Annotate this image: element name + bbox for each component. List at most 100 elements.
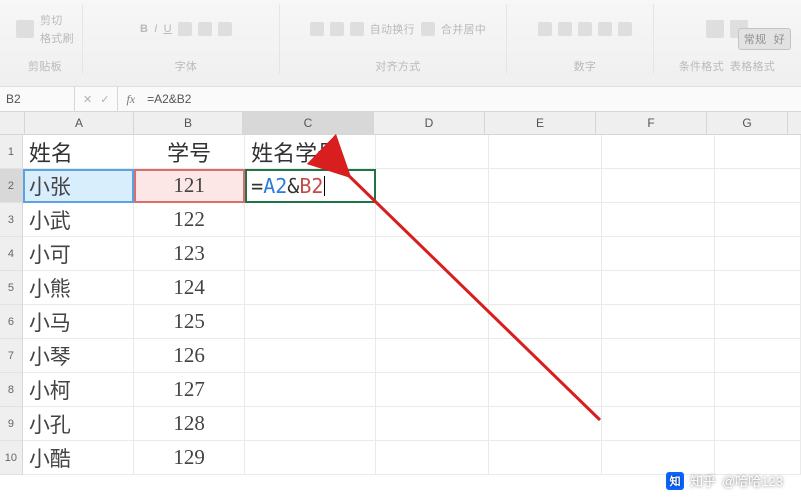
col-header-d[interactable]: D [374, 112, 485, 134]
cell[interactable]: 小马 [23, 305, 134, 339]
comma-icon[interactable] [578, 22, 592, 36]
enter-icon[interactable]: ✓ [100, 93, 109, 106]
cell[interactable] [489, 305, 602, 339]
cell[interactable] [376, 407, 489, 441]
cell[interactable] [489, 407, 602, 441]
cell[interactable] [715, 373, 801, 407]
col-header-g[interactable]: G [707, 112, 788, 134]
cell[interactable] [489, 339, 602, 373]
cell[interactable] [245, 339, 376, 373]
cell[interactable]: 小酷 [23, 441, 134, 475]
cell[interactable]: 姓名 [23, 135, 134, 169]
cut-label[interactable]: 剪切 [40, 12, 74, 28]
cell-ref-a2[interactable]: 小张 [23, 169, 134, 203]
cell[interactable]: 125 [134, 305, 245, 339]
cell[interactable] [715, 407, 801, 441]
cell[interactable] [602, 237, 715, 271]
underline-button[interactable]: U [164, 23, 172, 35]
align-right-icon[interactable] [350, 22, 364, 36]
cell[interactable]: 129 [134, 441, 245, 475]
percent-icon[interactable] [558, 22, 572, 36]
cell[interactable] [489, 373, 602, 407]
row-header[interactable]: 7 [0, 339, 23, 373]
cell[interactable] [489, 237, 602, 271]
cell[interactable]: 姓名学号 [245, 135, 376, 169]
row-header[interactable]: 3 [0, 203, 23, 237]
bold-button[interactable]: B [140, 23, 148, 35]
cell[interactable] [376, 237, 489, 271]
cell[interactable] [376, 441, 489, 475]
col-header-b[interactable]: B [134, 112, 243, 134]
cell[interactable]: 122 [134, 203, 245, 237]
cell[interactable]: 124 [134, 271, 245, 305]
cell[interactable] [602, 373, 715, 407]
cell[interactable] [602, 135, 715, 169]
cell[interactable] [376, 339, 489, 373]
currency-icon[interactable] [538, 22, 552, 36]
cell[interactable]: 小武 [23, 203, 134, 237]
cell[interactable] [715, 441, 801, 475]
cell[interactable]: 127 [134, 373, 245, 407]
cell[interactable] [715, 203, 801, 237]
row-header[interactable]: 8 [0, 373, 23, 407]
name-box[interactable]: B2 [0, 87, 75, 111]
cell-ref-b2[interactable]: 121 [134, 169, 245, 203]
cell[interactable] [489, 203, 602, 237]
row-header[interactable]: 9 [0, 407, 23, 441]
border-icon[interactable] [178, 22, 192, 36]
cell[interactable]: 128 [134, 407, 245, 441]
cell[interactable] [602, 169, 715, 203]
decrease-decimal-icon[interactable] [618, 22, 632, 36]
cell[interactable] [376, 305, 489, 339]
font-color-icon[interactable] [218, 22, 232, 36]
row-header[interactable]: 4 [0, 237, 23, 271]
cell[interactable] [489, 135, 602, 169]
align-left-icon[interactable] [310, 22, 324, 36]
cell[interactable]: 小可 [23, 237, 134, 271]
fx-icon[interactable]: fx [118, 92, 143, 107]
row-header[interactable]: 1 [0, 135, 23, 169]
paste-icon[interactable] [16, 20, 34, 38]
general-format-badge[interactable]: 常规 好 [738, 28, 791, 50]
cell[interactable]: 学号 [134, 135, 245, 169]
cell[interactable] [602, 339, 715, 373]
cell[interactable] [245, 407, 376, 441]
cell[interactable] [489, 271, 602, 305]
cell[interactable] [245, 203, 376, 237]
cell[interactable] [602, 305, 715, 339]
cell[interactable] [489, 169, 602, 203]
cell[interactable] [245, 441, 376, 475]
select-all-corner[interactable] [0, 112, 25, 134]
cell[interactable]: 小琴 [23, 339, 134, 373]
cell[interactable] [715, 237, 801, 271]
cell[interactable] [245, 237, 376, 271]
cell[interactable] [715, 271, 801, 305]
cell[interactable]: 123 [134, 237, 245, 271]
cell[interactable] [245, 373, 376, 407]
cell[interactable] [602, 203, 715, 237]
cell[interactable] [376, 373, 489, 407]
cell[interactable] [715, 305, 801, 339]
cell[interactable]: 小熊 [23, 271, 134, 305]
cell[interactable] [602, 407, 715, 441]
merge-icon[interactable] [421, 22, 435, 36]
row-header[interactable]: 2 [0, 169, 23, 203]
col-header-a[interactable]: A [25, 112, 134, 134]
cell[interactable] [376, 169, 489, 203]
cell[interactable] [376, 135, 489, 169]
cell[interactable] [376, 203, 489, 237]
cell[interactable] [602, 271, 715, 305]
cell[interactable] [602, 441, 715, 475]
merge-center-button[interactable]: 合并居中 [441, 21, 486, 37]
cell[interactable]: 小孔 [23, 407, 134, 441]
wrap-text-button[interactable]: 自动换行 [370, 21, 415, 37]
cell[interactable] [715, 339, 801, 373]
col-header-e[interactable]: E [485, 112, 596, 134]
fill-color-icon[interactable] [198, 22, 212, 36]
cell[interactable] [376, 271, 489, 305]
active-cell-c2[interactable]: =A2&B2 [245, 169, 376, 203]
align-center-icon[interactable] [330, 22, 344, 36]
cell[interactable] [715, 135, 801, 169]
formula-input[interactable]: =A2&B2 [143, 92, 801, 106]
increase-decimal-icon[interactable] [598, 22, 612, 36]
